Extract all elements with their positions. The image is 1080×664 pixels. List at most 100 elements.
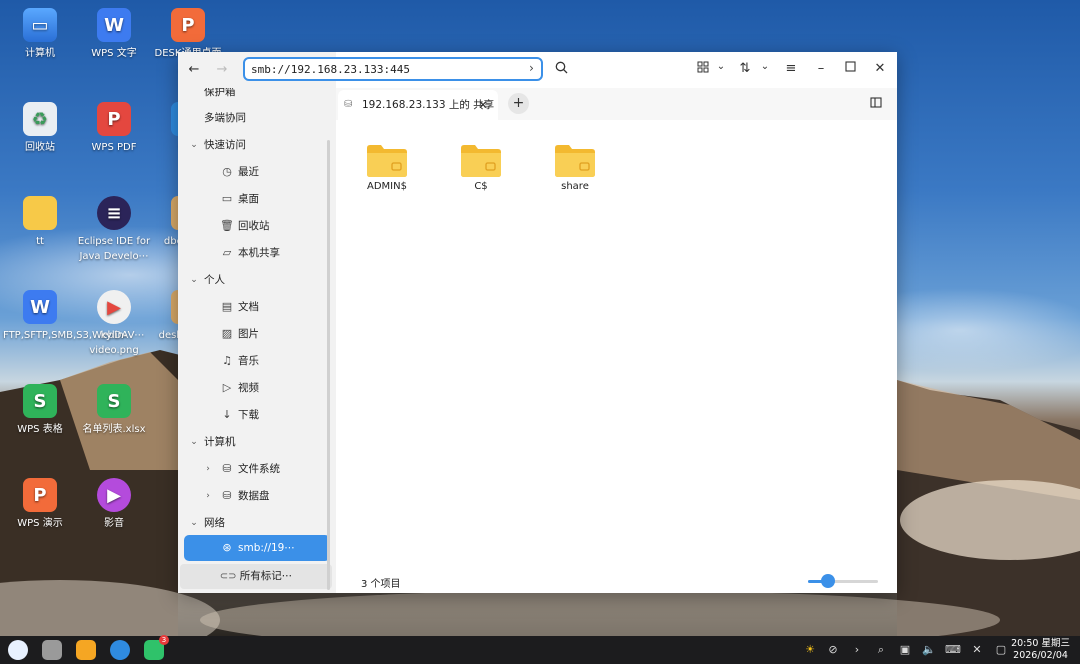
notification-icon[interactable]: ▢ <box>993 643 1009 656</box>
taskbar: 3 ☀ ⊘ › ⌕ ▣ 🔈 ⌨ ✕ ▢ 20:50 星期三 2026/02/04 <box>0 635 1080 664</box>
chevron-right-icon[interactable]: › <box>849 643 865 656</box>
folder-icon <box>23 196 57 230</box>
clock[interactable]: 20:50 星期三 2026/02/04 <box>1011 638 1070 662</box>
chevron-down-icon[interactable]: ⌄ <box>713 61 729 72</box>
network-drive-icon: ⛁ <box>344 99 353 110</box>
zoom-slider-handle[interactable] <box>820 574 835 588</box>
sidebar-group-personal[interactable]: ⌄ 个人 <box>184 267 330 293</box>
chevron-down-icon[interactable]: ⌄ <box>188 267 200 293</box>
wps-writer-icon: W <box>23 290 57 324</box>
address-text: smb://192.168.23.133:445 <box>251 63 410 76</box>
desktop-icon-ftp-doc[interactable]: W FTP,SFTP,SMB,S3,WebDAV⋯ <box>3 290 144 343</box>
folder-icon <box>461 145 501 177</box>
sidebar-group-computer[interactable]: ⌄ 计算机 <box>184 429 330 455</box>
sidebar-item-videos[interactable]: ▷ 视频 <box>184 375 330 401</box>
desktop-icon-label: 名单列表.xlsx <box>82 424 146 435</box>
wps-sheet-icon: S <box>23 384 57 418</box>
maximize-button[interactable] <box>842 61 858 76</box>
video-icon: ▷ <box>222 381 232 394</box>
chevron-right-icon[interactable]: › <box>202 456 214 482</box>
desktop-icon-label: Eclipse IDE for Java Develo⋯ <box>77 236 151 262</box>
file-manager-icon[interactable] <box>76 640 96 660</box>
keyboard-icon[interactable]: ⌨ <box>945 643 961 656</box>
chevron-down-icon[interactable]: ⌄ <box>188 429 200 455</box>
sidebar-item-desktop[interactable]: ▭ 桌面 <box>184 186 330 212</box>
forward-button[interactable]: → <box>214 62 230 77</box>
sidebar-item-multi-device[interactable]: 多端协同 <box>184 105 330 131</box>
sort-icon[interactable]: ⇅ <box>737 61 753 76</box>
input-method-icon[interactable]: ⊘ <box>825 643 841 656</box>
sidebar-item-pictures[interactable]: ▨ 图片 <box>184 321 330 347</box>
desktop-icon-tt-folder[interactable]: tt <box>3 196 77 249</box>
sidebar-item-local-share[interactable]: ▱ 本机共享 <box>184 240 330 266</box>
icon-view-icon[interactable] <box>695 61 711 77</box>
sidebar-item-filesystem[interactable]: › ⛁ 文件系统 <box>184 456 330 482</box>
chevron-right-icon[interactable]: › <box>528 61 535 75</box>
desktop-icon-wps-writer[interactable]: W WPS 文字 <box>77 8 151 61</box>
add-tab-button[interactable]: + <box>508 93 529 114</box>
status-item-count: 3 个项目 <box>361 579 401 590</box>
folder-item[interactable]: C$ <box>446 142 516 192</box>
clock-time: 20:50 星期三 <box>1011 638 1070 649</box>
download-icon: ↓ <box>222 408 232 421</box>
zoom-slider[interactable] <box>808 574 878 588</box>
drive-icon: ⛁ <box>222 489 232 502</box>
sidebar-group-network[interactable]: ⌄ 网络 <box>184 510 330 536</box>
start-menu-icon[interactable] <box>8 640 28 660</box>
desktop-icon-wps-sheet[interactable]: S WPS 表格 <box>3 384 77 437</box>
folder-item[interactable]: ADMIN$ <box>352 142 422 192</box>
sidebar-item-smb[interactable]: ⊛ smb://19⋯ <box>184 535 330 561</box>
chevron-down-icon[interactable]: ⌄ <box>188 132 200 158</box>
minimize-button[interactable]: – <box>813 61 829 76</box>
close-tab-icon[interactable]: ✕ <box>478 90 488 120</box>
desktop-icon-computer[interactable]: ▭ 计算机 <box>3 8 77 61</box>
menu-icon[interactable]: ≡ <box>783 61 799 76</box>
sidebar-item-recent[interactable]: ◷ 最近 <box>184 159 330 185</box>
network-status-icon[interactable]: ▣ <box>897 643 913 656</box>
monitor-icon: ▭ <box>23 8 57 42</box>
folder-name: C$ <box>474 181 488 192</box>
search-icon[interactable]: ⌕ <box>873 643 889 657</box>
sidebar-group-quick-access[interactable]: ⌄ 快速访问 <box>184 132 330 158</box>
chevron-right-icon[interactable]: › <box>202 483 214 509</box>
multitask-view-icon[interactable] <box>42 640 62 660</box>
clock-date: 2026/02/04 <box>1013 650 1068 661</box>
notification-badge: 3 <box>159 635 169 645</box>
sidebar-item-documents[interactable]: ▤ 文档 <box>184 294 330 320</box>
chevron-down-icon[interactable]: ⌄ <box>757 61 773 72</box>
split-view-icon[interactable] <box>868 97 884 112</box>
desktop-icon-kylin-video[interactable]: ▶ kylin-video.png <box>77 290 151 358</box>
brightness-icon[interactable]: ☀ <box>802 643 818 656</box>
desktop-icon-xlsx[interactable]: S 名单列表.xlsx <box>77 384 151 437</box>
sidebar-item-data-disk[interactable]: › ⛁ 数据盘 <box>184 483 330 509</box>
sidebar-item-music[interactable]: ♫ 音乐 <box>184 348 330 374</box>
eclipse-icon: ≡ <box>97 196 131 230</box>
volume-icon[interactable]: 🔈 <box>921 643 937 656</box>
sidebar-scrollbar[interactable] <box>327 140 330 590</box>
desktop-icon-wps-pdf[interactable]: P WPS PDF <box>77 102 151 155</box>
sidebar-item-trash[interactable]: 🗑 回收站 <box>184 213 330 239</box>
desktop-icon-media[interactable]: ▶ 影音 <box>77 478 151 531</box>
desktop-icon-label: WPS 文字 <box>91 48 137 59</box>
wps-slides-icon: P <box>23 478 57 512</box>
close-button[interactable]: ✕ <box>872 61 888 76</box>
chat-app-icon[interactable]: 3 <box>144 635 169 660</box>
desktop-icon-eclipse[interactable]: ≡ Eclipse IDE for Java Develo⋯ <box>77 196 151 264</box>
desktop-icon-label: 计算机 <box>25 48 55 59</box>
all-tags-button[interactable]: ⊂⊃ 所有标记⋯ <box>180 564 332 589</box>
bluetooth-off-icon[interactable]: ✕ <box>969 643 985 656</box>
folder-item[interactable]: share <box>540 142 610 192</box>
desktop-icon-wps-slides[interactable]: P WPS 演示 <box>3 478 77 531</box>
chevron-down-icon[interactable]: ⌄ <box>188 510 200 536</box>
sidebar-item-safe-box[interactable]: 保护箱 <box>184 88 330 105</box>
search-icon[interactable] <box>553 61 569 78</box>
back-button[interactable]: ← <box>186 62 202 77</box>
address-bar[interactable]: smb://192.168.23.133:445 › <box>243 57 543 81</box>
desktop-icon-trash[interactable]: ♻ 回收站 <box>3 102 77 155</box>
sidebar-item-downloads[interactable]: ↓ 下载 <box>184 402 330 428</box>
tab-smb-share[interactable]: ⛁ 192.168.23.133 上的 共享 ✕ <box>338 90 498 120</box>
desktop-icon-label: 影音 <box>104 518 124 529</box>
sidebar: 保护箱 多端协同 ⌄ 快速访问 ◷ 最近 ▭ 桌面 🗑 回收站 ▱ 本机共享 ⌄… <box>178 88 336 593</box>
browser-icon[interactable] <box>110 640 130 660</box>
music-icon: ♫ <box>222 354 232 367</box>
